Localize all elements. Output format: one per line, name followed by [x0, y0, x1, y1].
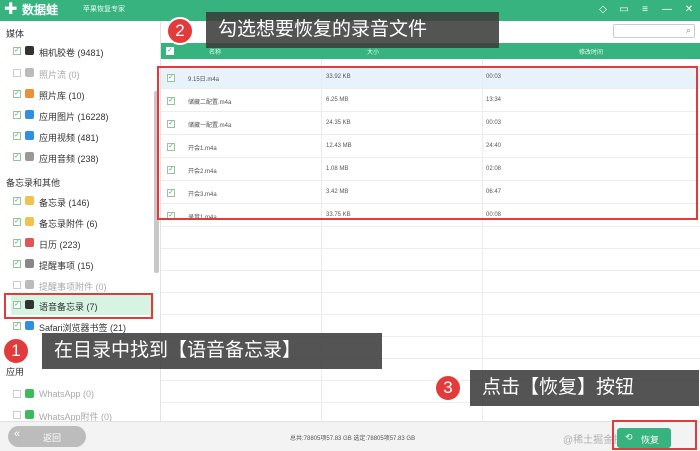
- calendar-icon: [25, 238, 34, 247]
- menu-icon[interactable]: ≡: [638, 3, 652, 17]
- camera-roll-icon: [25, 46, 34, 55]
- sidebar-item-checkbox[interactable]: [13, 390, 21, 398]
- sidebar-item-label: 日历 (223): [39, 240, 81, 250]
- section-title-notes-other: 备忘录和其他: [6, 178, 61, 188]
- sidebar-item[interactable]: ✓ 应用音频 (238): [11, 147, 154, 167]
- step-2-badge: 2: [166, 17, 194, 45]
- highlight-recover-button: [612, 420, 697, 450]
- sidebar-item-label: 应用视频 (481): [39, 133, 99, 143]
- sidebar-item-checkbox[interactable]: ✓: [13, 239, 21, 247]
- sidebar-item-checkbox[interactable]: ✓: [13, 111, 21, 119]
- app-audio-icon: [25, 152, 34, 161]
- back-button[interactable]: « 返回: [8, 426, 86, 447]
- double-chevron-left-icon: «: [14, 428, 21, 440]
- sidebar-item-label: 备忘录附件 (6): [39, 219, 98, 229]
- sidebar-item[interactable]: WhatsApp附件 (0): [11, 405, 154, 421]
- sidebar-item[interactable]: ✓ 备忘录 (146): [11, 191, 154, 211]
- sidebar-item[interactable]: 提醒事项附件 (0): [11, 275, 154, 295]
- sidebar-item[interactable]: 照片流 (0): [11, 63, 154, 83]
- bottom-bar: « 返回 总共:78805项57.83 GB 选定:78805项57.83 GB…: [0, 421, 700, 451]
- callout-step-1-text: 在目录中找到【语音备忘录】: [54, 340, 302, 361]
- photo-library-icon: [25, 89, 34, 98]
- step-1-badge: 1: [2, 337, 30, 365]
- whatsapp-attachment-icon: [25, 410, 34, 419]
- whatsapp-icon: [25, 389, 34, 398]
- sidebar-item-checkbox[interactable]: ✓: [13, 197, 21, 205]
- reminders-attachment-icon: [25, 280, 34, 289]
- section-title-media: 媒体: [6, 29, 25, 39]
- sidebar-item[interactable]: ✓ 应用视频 (481): [11, 126, 154, 146]
- sidebar-item-label: 照片流 (0): [39, 70, 80, 80]
- sidebar-item[interactable]: ✓ 照片库 (10): [11, 84, 154, 104]
- step-3-badge: 3: [434, 374, 462, 402]
- back-button-label: 返回: [43, 433, 62, 443]
- photo-stream-icon: [25, 68, 34, 77]
- sidebar-item-label: 提醒事项附件 (0): [39, 282, 107, 292]
- sidebar-item-checkbox[interactable]: ✓: [13, 132, 21, 140]
- column-header-time[interactable]: 修改时间: [579, 47, 603, 56]
- chat-icon[interactable]: ▭: [617, 3, 631, 17]
- app-photos-icon: [25, 110, 34, 119]
- sidebar-item[interactable]: ✓ 提醒事项 (15): [11, 254, 154, 274]
- app-videos-icon: [25, 131, 34, 140]
- close-icon[interactable]: ✕: [682, 3, 696, 17]
- notes-icon: [25, 196, 34, 205]
- safari-bookmark-icon: [25, 321, 34, 330]
- empty-table-row: [161, 271, 700, 293]
- column-header-size[interactable]: 大小: [367, 47, 379, 56]
- empty-table-row: [161, 249, 700, 271]
- callout-step-3: 点击【恢复】按钮: [470, 370, 699, 406]
- sidebar-item-checkbox[interactable]: [13, 281, 21, 289]
- sidebar-item-checkbox[interactable]: ✓: [13, 47, 21, 55]
- sidebar-item-checkbox[interactable]: ✓: [13, 218, 21, 226]
- select-all-checkbox[interactable]: ✓: [166, 47, 174, 55]
- sidebar-item-label: WhatsApp附件 (0): [39, 412, 113, 421]
- highlight-voice-memo-item: [4, 293, 153, 319]
- notes-attachment-icon: [25, 217, 34, 226]
- reminders-icon: [25, 259, 34, 268]
- sidebar-item[interactable]: ✓ 应用图片 (16228): [11, 105, 154, 125]
- totals-text: 总共:78805项57.83 GB 选定:78805项57.83 GB: [290, 436, 416, 442]
- sidebar-item-checkbox[interactable]: ✓: [13, 260, 21, 268]
- search-input[interactable]: ⌕: [613, 24, 695, 38]
- search-icon: ⌕: [685, 25, 691, 35]
- sidebar-item[interactable]: ✓ 备忘录附件 (6): [11, 212, 154, 232]
- minimize-icon[interactable]: —: [660, 3, 674, 17]
- sidebar-item-label: 提醒事项 (15): [39, 261, 94, 271]
- empty-table-row: [161, 293, 700, 315]
- sidebar-item-label: 照片库 (10): [39, 91, 85, 101]
- callout-step-2-text: 勾选想要恢复的录音文件: [218, 19, 428, 40]
- sidebar-item-checkbox[interactable]: [13, 411, 21, 419]
- column-header-name[interactable]: 名称: [209, 47, 221, 56]
- sidebar-item-checkbox[interactable]: ✓: [13, 153, 21, 161]
- section-title-apps: 应用: [6, 367, 25, 377]
- sidebar-item-label: 相机胶卷 (9481): [39, 48, 104, 58]
- sidebar-item-checkbox[interactable]: ✓: [13, 90, 21, 98]
- sidebar-item-label: 应用音频 (238): [39, 154, 99, 164]
- callout-step-3-text: 点击【恢复】按钮: [482, 377, 635, 398]
- sidebar-item-label: 应用图片 (16228): [39, 112, 109, 122]
- sidebar-item[interactable]: WhatsApp (0): [11, 384, 154, 404]
- app-subtitle: 苹果恢复专家: [83, 6, 125, 13]
- sidebar-item[interactable]: ✓ 日历 (223): [11, 233, 154, 253]
- sidebar-item-checkbox[interactable]: [13, 69, 21, 77]
- callout-step-1: 在目录中找到【语音备忘录】: [42, 333, 382, 369]
- diamond-icon[interactable]: ◇: [596, 3, 610, 17]
- app-name: 数据蛙: [22, 3, 59, 17]
- highlight-file-list: [157, 66, 698, 220]
- empty-table-row: [161, 227, 700, 249]
- sidebar-item[interactable]: ✓ 相机胶卷 (9481): [11, 41, 154, 61]
- sidebar-item-label: 备忘录 (146): [39, 198, 90, 208]
- sidebar-item-checkbox[interactable]: ✓: [13, 322, 21, 330]
- app-logo-icon: ✚: [4, 1, 18, 18]
- sidebar-item-label: WhatsApp (0): [39, 389, 95, 399]
- callout-step-2: 勾选想要恢复的录音文件: [206, 12, 499, 48]
